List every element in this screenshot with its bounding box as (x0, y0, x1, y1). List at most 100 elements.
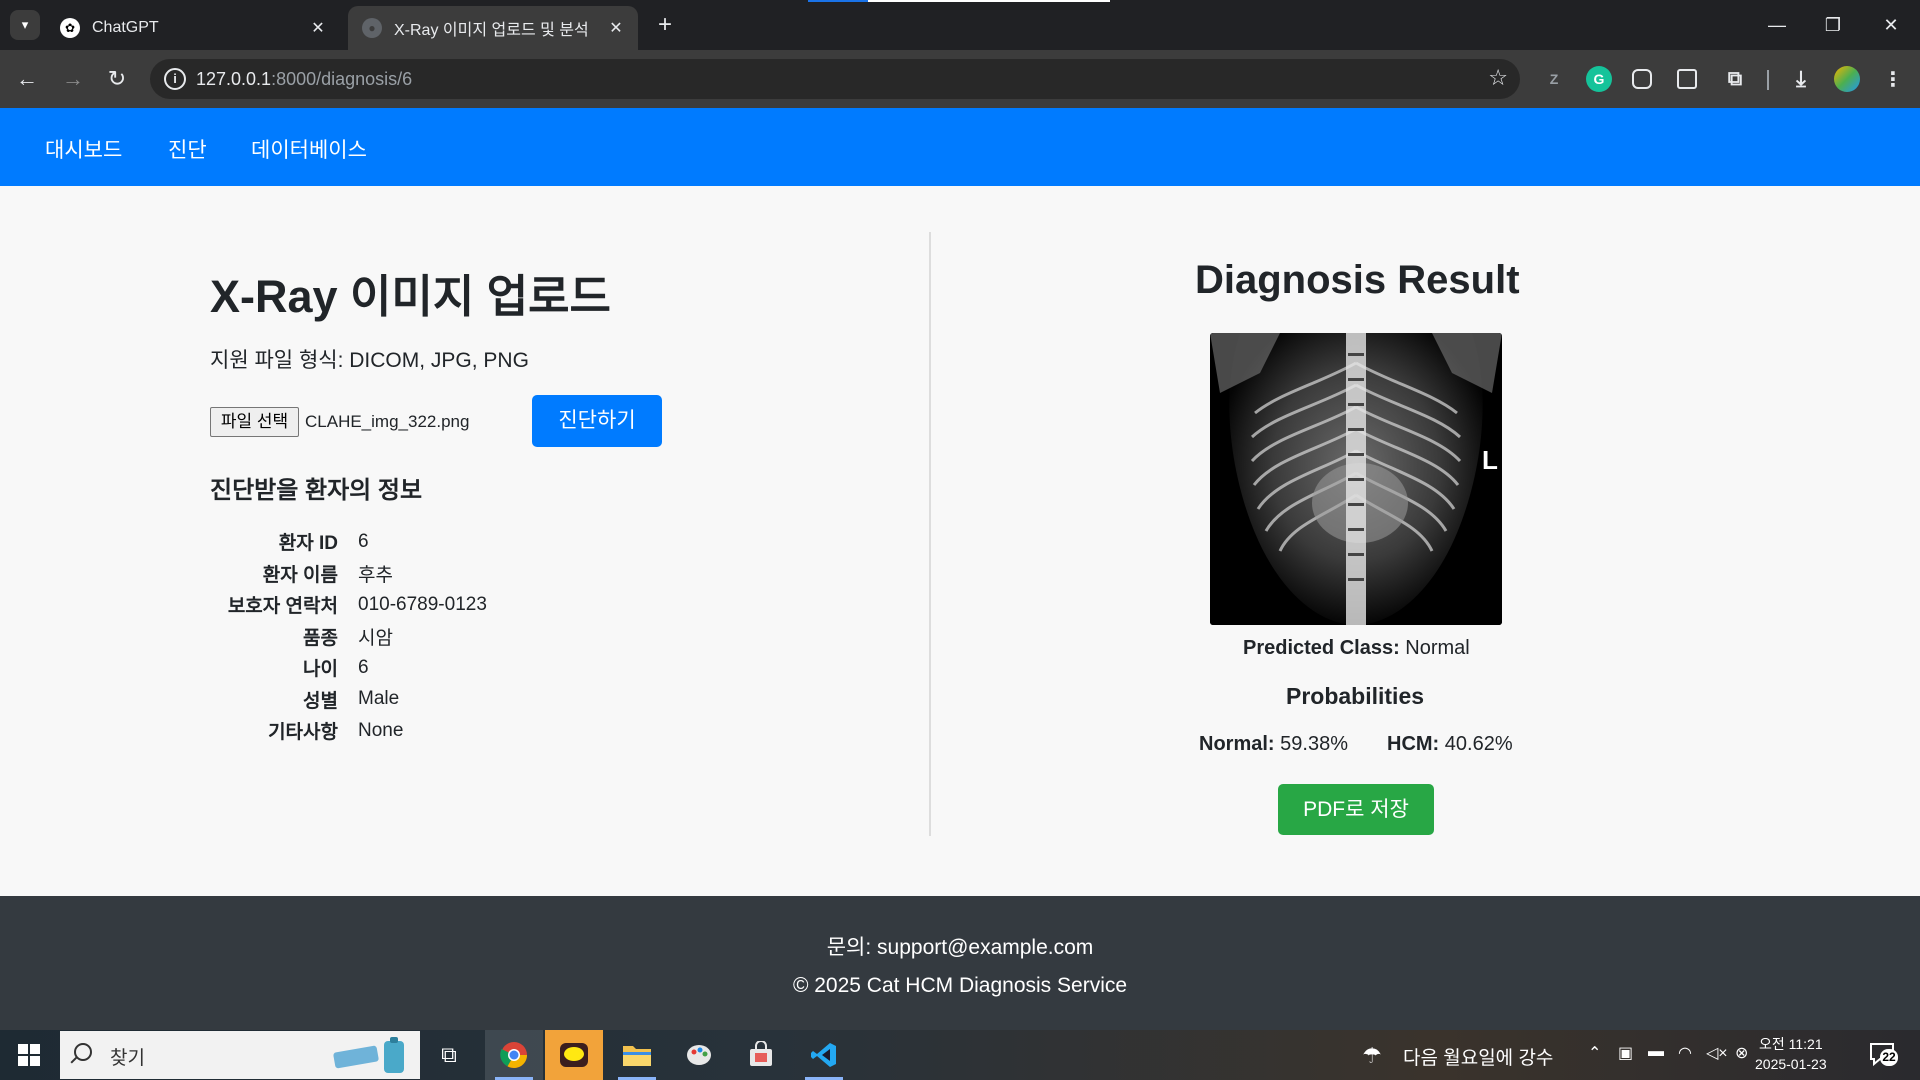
restore-button[interactable]: ❐ (1808, 10, 1858, 40)
meet-now-icon[interactable]: ▣ (1618, 1043, 1633, 1063)
volume-muted-icon[interactable]: ◁× (1706, 1043, 1728, 1063)
predicted-value: Normal (1405, 637, 1470, 659)
nav-diagnosis[interactable]: 진단 (168, 134, 207, 164)
back-arrow-icon[interactable]: ← (12, 64, 42, 94)
prob-hcm-label: HCM: (1387, 733, 1440, 755)
patient-info-heading: 진단받을 환자의 정보 (210, 477, 423, 504)
browser-toolbar: ← → ↻ i 127.0.0.1:8000/diagnosis/6 ☆ Z G… (0, 50, 1920, 108)
taskbar-clock[interactable]: 오전 11:21 2025-01-23 (1755, 1034, 1827, 1074)
kebab-menu-icon[interactable]: ⋮ (1880, 66, 1906, 92)
clock-time: 오전 11:21 (1758, 1036, 1823, 1052)
puzzle-extensions-icon[interactable]: ⧉ (1722, 66, 1748, 92)
kakaotalk-taskbar-icon[interactable] (545, 1030, 603, 1080)
wifi-icon[interactable]: ◠ (1678, 1043, 1692, 1063)
notification-count-badge: 22 (1880, 1049, 1898, 1066)
nav-database[interactable]: 데이터베이스 (251, 134, 367, 164)
info-value: 010-6789-0123 (358, 593, 487, 615)
paint-taskbar-icon[interactable] (670, 1030, 728, 1080)
status-x-icon[interactable]: ⊗ (1735, 1043, 1748, 1063)
grammarly-icon[interactable]: G (1586, 66, 1612, 92)
tab-title: X-Ray 이미지 업로드 및 분석 (394, 22, 589, 39)
download-icon[interactable]: ⤓ (1788, 66, 1814, 92)
tab-title: ChatGPT (92, 19, 159, 36)
info-row-sex: 성별 Male (210, 684, 487, 716)
info-row-id: 환자 ID 6 (210, 526, 487, 558)
chatgpt-favicon-icon: ✿ (60, 18, 80, 38)
store-taskbar-icon[interactable] (732, 1030, 790, 1080)
info-label: 환자 이름 (262, 564, 338, 586)
weather-forecast-text[interactable]: 다음 월요일에 강수 (1403, 1043, 1553, 1070)
info-value: Male (358, 688, 400, 710)
forward-arrow-icon[interactable]: → (58, 64, 88, 94)
taskbar-search[interactable]: 찾기 (60, 1031, 420, 1079)
diagnose-button[interactable]: 진단하기 (532, 395, 662, 447)
footer-copyright: © 2025 Cat HCM Diagnosis Service (792, 974, 1128, 997)
file-explorer-taskbar-icon[interactable] (608, 1030, 666, 1080)
info-label: 나이 (303, 659, 338, 681)
xray-side-marker: L (1482, 445, 1498, 475)
info-row-breed: 품종 시암 (210, 621, 487, 653)
info-value: 6 (358, 530, 369, 552)
url-text[interactable]: 127.0.0.1:8000/diagnosis/6 (196, 69, 412, 90)
info-label: 환자 ID (278, 533, 338, 555)
close-icon[interactable]: ✕ (604, 18, 628, 38)
new-tab-button[interactable]: + (650, 10, 680, 40)
info-row-age: 나이 6 (210, 652, 487, 684)
site-info-icon[interactable]: i (164, 68, 186, 90)
bookmark-star-icon[interactable]: ☆ (1488, 65, 1508, 91)
selected-file-name: CLAHE_img_322.png (305, 412, 470, 431)
search-icon (74, 1043, 92, 1061)
chrome-taskbar-icon[interactable] (485, 1030, 543, 1080)
minimize-button[interactable]: — (1752, 10, 1802, 40)
battery-icon[interactable]: ▬ (1648, 1043, 1664, 1061)
predicted-label: Predicted Class: (1243, 637, 1400, 659)
address-bar[interactable]: i 127.0.0.1:8000/diagnosis/6 ☆ (150, 59, 1520, 99)
close-icon[interactable]: ✕ (306, 18, 330, 38)
supported-formats: 지원 파일 형식: DICOM, JPG, PNG (210, 349, 529, 372)
capture-extension-icon[interactable] (1677, 69, 1697, 89)
prob-hcm-value: 40.62% (1444, 733, 1513, 755)
reload-icon[interactable]: ↻ (102, 64, 132, 94)
nav-dashboard[interactable]: 대시보드 (45, 134, 122, 164)
toolbar-separator (1767, 70, 1769, 90)
z-extension-icon[interactable]: Z (1541, 66, 1567, 92)
info-row-notes: 기타사항 None (210, 715, 487, 747)
info-label: 보호자 연락처 (227, 596, 338, 618)
upload-title: X-Ray 이미지 업로드 (210, 271, 611, 322)
chevron-down-icon: ▾ (21, 17, 29, 32)
loading-indicator (808, 0, 1110, 2)
tab-chatgpt[interactable]: ✿ ChatGPT ✕ (46, 6, 340, 50)
predicted-class: Predicted Class: Normal (1243, 637, 1470, 660)
footer-contact: 문의: support@example.com (826, 936, 1094, 959)
info-value: 시암 (358, 627, 393, 649)
file-choose-button[interactable]: 파일 선택 (210, 407, 299, 437)
window-close-button[interactable]: ✕ (1866, 10, 1916, 40)
vscode-taskbar-icon[interactable] (795, 1030, 853, 1080)
info-value: 후추 (358, 564, 393, 586)
notification-center-icon[interactable]: 22 (1868, 1040, 1898, 1068)
task-view-icon[interactable]: ⧉ (420, 1030, 478, 1080)
info-row-guardian-contact: 보호자 연락처 010-6789-0123 (210, 589, 487, 621)
browser-tab-bar: ▾ ✿ ChatGPT ✕ ● X-Ray 이미지 업로드 및 분석 ✕ + —… (0, 0, 1920, 50)
chevron-up-icon[interactable]: ⌃ (1588, 1043, 1601, 1063)
save-pdf-button[interactable]: PDF로 저장 (1278, 784, 1434, 835)
windows-taskbar: 찾기 ⧉ ☂ 다음 월요일에 강수 ⌃ ▣ ▬ ◠ ◁× ⊗ 오전 11:21 … (0, 1030, 1920, 1080)
info-label: 성별 (303, 690, 338, 712)
site-navbar: 대시보드 진단 데이터베이스 (0, 108, 1920, 186)
prob-normal: Normal: 59.38% (1199, 733, 1348, 756)
windows-start-icon[interactable] (18, 1044, 40, 1066)
probabilities-heading: Probabilities (1286, 683, 1425, 709)
prob-normal-value: 59.38% (1280, 733, 1348, 755)
xray-image: L (1210, 333, 1502, 625)
tab-search-button[interactable]: ▾ (10, 10, 40, 40)
screenshot-extension-icon[interactable] (1632, 69, 1652, 89)
tab-xray-upload[interactable]: ● X-Ray 이미지 업로드 및 분석 ✕ (348, 6, 638, 50)
prob-hcm: HCM: 40.62% (1387, 733, 1513, 756)
clock-date: 2025-01-23 (1755, 1056, 1827, 1072)
patient-info-table: 환자 ID 6 환자 이름 후추 보호자 연락처 010-6789-0123 품종 시암… (210, 526, 487, 747)
info-label: 기타사항 (268, 722, 338, 744)
info-row-name: 환자 이름 후추 (210, 558, 487, 590)
profile-avatar[interactable] (1834, 66, 1860, 92)
column-divider (929, 232, 931, 836)
weather-umbrella-icon[interactable]: ☂ (1362, 1043, 1382, 1069)
